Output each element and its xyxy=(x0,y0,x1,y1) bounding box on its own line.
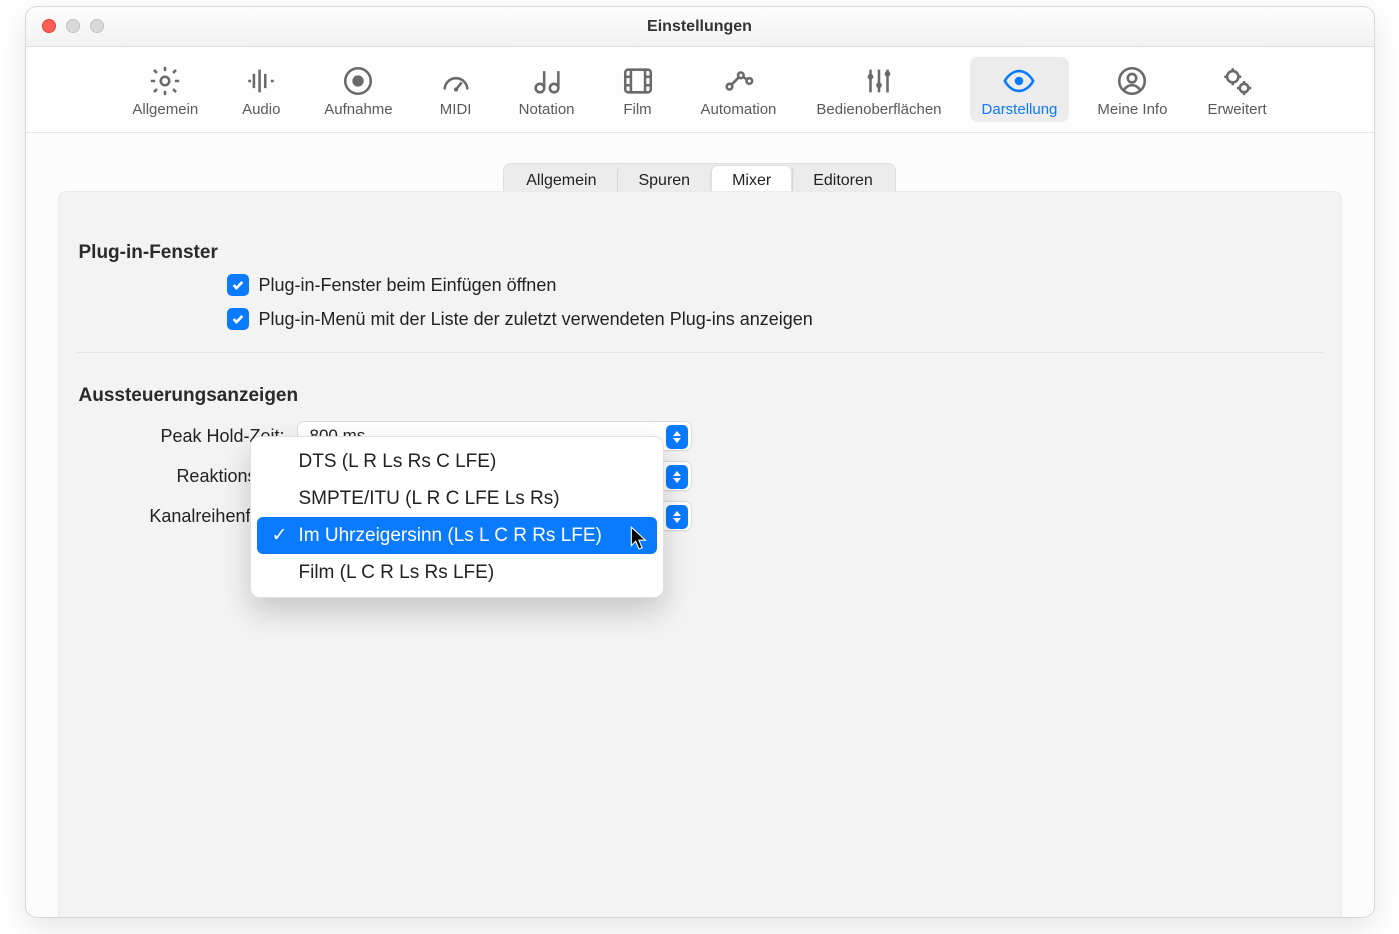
waveform-icon xyxy=(244,63,278,99)
toolbar-item-label: Automation xyxy=(701,101,777,118)
content-area: Allgemein Spuren Mixer Editoren Plug-in-… xyxy=(26,133,1374,918)
automation-icon xyxy=(721,63,755,99)
section-level-meters-title: Aussteuerungsanzeigen xyxy=(77,353,1323,411)
toolbar-item-label: Erweitert xyxy=(1207,101,1266,118)
option-label: SMPTE/ITU (L R C LFE Ls Rs) xyxy=(299,488,560,510)
toolbar-item-label: Aufnahme xyxy=(324,101,392,118)
channel-order-option-2[interactable]: ✓ Im Uhrzeigersinn (Ls L C R Rs LFE) xyxy=(257,517,657,554)
option-label: Film (L C R Ls Rs LFE) xyxy=(299,562,495,584)
select-stepper-icon xyxy=(666,425,688,449)
toolbar-item-audio[interactable]: Audio xyxy=(226,57,296,122)
film-icon xyxy=(621,63,655,99)
toolbar: Allgemein Audio Aufnahme MIDI Notation xyxy=(26,47,1374,133)
mouse-cursor-icon xyxy=(629,525,651,556)
toolbar-item-label: Meine Info xyxy=(1097,101,1167,118)
toolbar-item-midi[interactable]: MIDI xyxy=(421,57,491,122)
option-label: DTS (L R Ls Rs C LFE) xyxy=(299,451,497,473)
select-stepper-icon xyxy=(666,465,688,489)
toolbar-item-label: Film xyxy=(623,101,651,118)
gear-icon xyxy=(148,63,182,99)
checkmark-icon: ✓ xyxy=(271,524,289,547)
toolbar-item-controlsurfaces[interactable]: Bedienoberflächen xyxy=(804,57,953,122)
channel-order-popup[interactable]: ✓ DTS (L R Ls Rs C LFE) ✓ SMPTE/ITU (L R… xyxy=(250,436,664,598)
music-notes-icon xyxy=(530,63,564,99)
toolbar-item-notation[interactable]: Notation xyxy=(507,57,587,122)
checkbox-show-recent-label: Plug-in-Menü mit der Liste der zuletzt v… xyxy=(259,309,813,330)
channel-order-option-0[interactable]: ✓ DTS (L R Ls Rs C LFE) xyxy=(251,443,663,480)
toolbar-item-record[interactable]: Aufnahme xyxy=(312,57,404,122)
preferences-window: Einstellungen Allgemein Audio Aufnahme xyxy=(25,6,1375,918)
sliders-icon xyxy=(862,63,896,99)
toolbar-item-display[interactable]: Darstellung xyxy=(970,57,1070,122)
checkbox-open-on-insert-label: Plug-in-Fenster beim Einfügen öffnen xyxy=(259,275,557,296)
channel-order-option-1[interactable]: ✓ SMPTE/ITU (L R C LFE Ls Rs) xyxy=(251,480,663,517)
section-plugin-window-title: Plug-in-Fenster xyxy=(77,210,1323,268)
titlebar: Einstellungen xyxy=(26,7,1374,47)
window-title: Einstellungen xyxy=(647,18,752,36)
gauge-icon xyxy=(439,63,473,99)
toolbar-item-label: Darstellung xyxy=(982,101,1058,118)
option-label: Im Uhrzeigersinn (Ls L C R Rs LFE) xyxy=(299,525,602,547)
record-icon xyxy=(341,63,375,99)
channel-order-option-3[interactable]: ✓ Film (L C R Ls Rs LFE) xyxy=(251,554,663,591)
minimize-window-button[interactable] xyxy=(66,19,80,33)
gears-icon xyxy=(1220,63,1254,99)
toolbar-item-general[interactable]: Allgemein xyxy=(120,57,210,122)
traffic-lights xyxy=(42,19,104,33)
eye-icon xyxy=(1002,63,1036,99)
zoom-window-button[interactable] xyxy=(90,19,104,33)
checkbox-open-on-insert-row: Plug-in-Fenster beim Einfügen öffnen xyxy=(77,268,1323,302)
close-window-button[interactable] xyxy=(42,19,56,33)
checkbox-open-on-insert[interactable] xyxy=(227,274,249,296)
toolbar-item-label: Allgemein xyxy=(132,101,198,118)
toolbar-item-label: MIDI xyxy=(440,101,472,118)
toolbar-item-film[interactable]: Film xyxy=(603,57,673,122)
toolbar-item-label: Audio xyxy=(242,101,280,118)
select-stepper-icon xyxy=(666,505,688,529)
toolbar-item-label: Bedienoberflächen xyxy=(816,101,941,118)
toolbar-item-myinfo[interactable]: Meine Info xyxy=(1085,57,1179,122)
checkbox-show-recent[interactable] xyxy=(227,308,249,330)
toolbar-item-advanced[interactable]: Erweitert xyxy=(1195,57,1278,122)
checkbox-show-recent-row: Plug-in-Menü mit der Liste der zuletzt v… xyxy=(77,302,1323,336)
toolbar-item-automation[interactable]: Automation xyxy=(689,57,789,122)
toolbar-item-label: Notation xyxy=(519,101,575,118)
user-icon xyxy=(1115,63,1149,99)
